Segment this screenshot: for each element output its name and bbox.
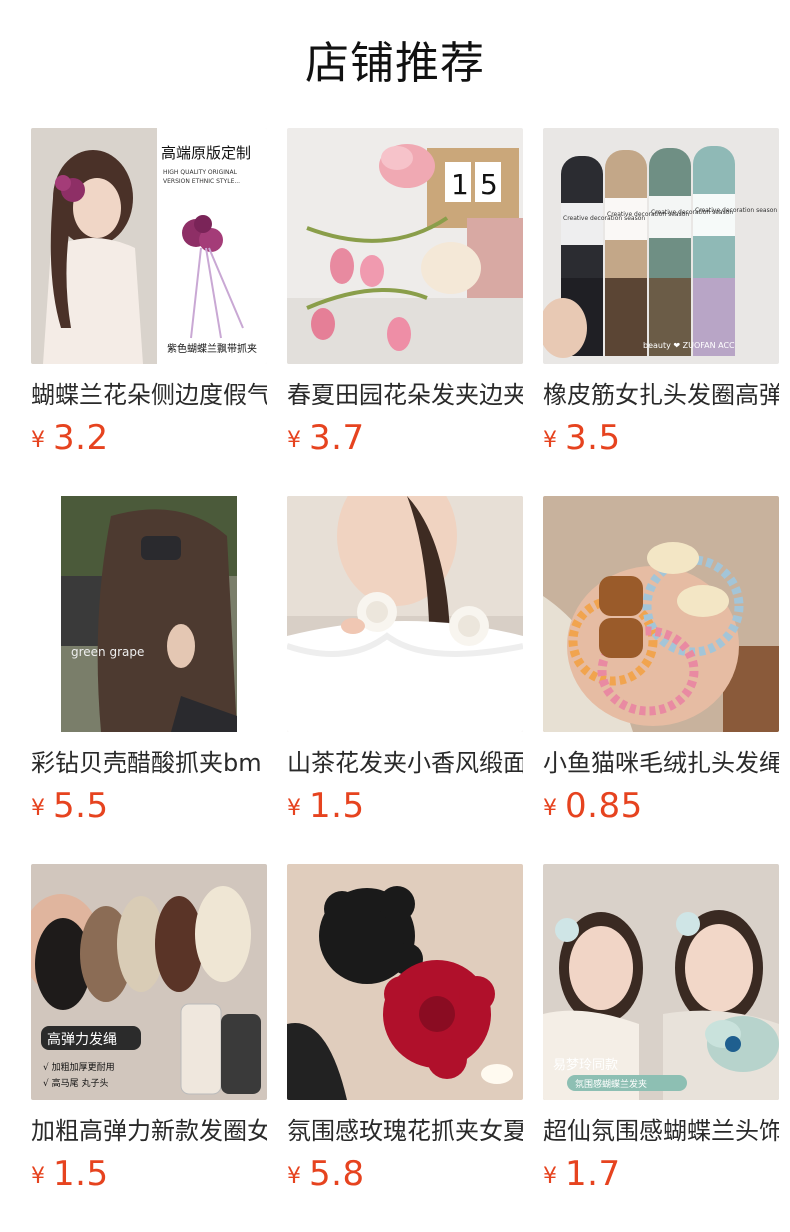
- price-amount: 1.7: [565, 1154, 621, 1194]
- product-name[interactable]: 春夏田园花朵发夹边夹: [287, 380, 523, 410]
- product-card[interactable]: Creative decoration season Creative deco…: [543, 128, 779, 496]
- svg-text:5: 5: [480, 168, 498, 201]
- product-image[interactable]: [543, 496, 779, 732]
- product-name[interactable]: 氛围感玫瑰花抓夹女夏: [287, 1116, 523, 1146]
- price-amount: 3.2: [53, 418, 109, 458]
- product-name[interactable]: 加粗高弹力新款发圈女: [31, 1116, 267, 1146]
- svg-text:√ 加粗加厚更耐用: √ 加粗加厚更耐用: [43, 1061, 115, 1073]
- product-name[interactable]: 山茶花发夹小香风缎面: [287, 748, 523, 778]
- product-image[interactable]: 易梦玲同款 氛围感蝴蝶兰发夹: [543, 864, 779, 1100]
- product-price: ¥1.5: [31, 1154, 267, 1194]
- svg-text:Creative decoration season: Creative decoration season: [695, 207, 777, 214]
- product-price: ¥1.7: [543, 1154, 779, 1194]
- product-image[interactable]: green grape: [31, 496, 267, 732]
- product-image[interactable]: 高弹力发绳 √ 加粗加厚更耐用 √ 高马尾 丸子头: [31, 864, 267, 1100]
- price-amount: 0.85: [565, 786, 643, 826]
- svg-text:green grape: green grape: [71, 645, 144, 659]
- product-card[interactable]: 高端原版定制 HIGH QUALITY ORIGINAL VERSION ETH…: [31, 128, 267, 496]
- svg-text:HIGH QUALITY ORIGINAL: HIGH QUALITY ORIGINAL: [163, 169, 238, 176]
- svg-text:紫色蝴蝶兰飘带抓夹: 紫色蝴蝶兰飘带抓夹: [167, 342, 257, 355]
- svg-text:1: 1: [451, 168, 469, 201]
- product-image[interactable]: [287, 864, 523, 1100]
- currency-symbol: ¥: [31, 796, 45, 821]
- currency-symbol: ¥: [543, 428, 557, 453]
- page-title: 店铺推荐: [305, 38, 485, 89]
- product-card[interactable]: 1 5 春夏田园花朵发夹边夹 ¥3.7: [287, 128, 523, 496]
- svg-text:氛围感蝴蝶兰发夹: 氛围感蝴蝶兰发夹: [575, 1078, 647, 1090]
- currency-symbol: ¥: [287, 428, 301, 453]
- product-card[interactable]: 高弹力发绳 √ 加粗加厚更耐用 √ 高马尾 丸子头 加粗高弹力新款发圈女 ¥1.…: [31, 864, 267, 1232]
- product-name[interactable]: 橡皮筋女扎头发圈高弹力: [543, 380, 779, 410]
- product-image[interactable]: [287, 496, 523, 732]
- currency-symbol: ¥: [287, 1164, 301, 1189]
- product-price: ¥5.5: [31, 786, 267, 826]
- product-card[interactable]: 易梦玲同款 氛围感蝴蝶兰发夹 超仙氛围感蝴蝶兰头饰 ¥1.7: [543, 864, 779, 1232]
- svg-text:VERSION ETHNIC STYLE...: VERSION ETHNIC STYLE...: [163, 178, 240, 185]
- product-price: ¥0.85: [543, 786, 779, 826]
- svg-text:beauty ❤ ZUOFAN ACC: beauty ❤ ZUOFAN ACC: [643, 341, 735, 350]
- product-card[interactable]: 小鱼猫咪毛绒扎头发绳 ¥0.85: [543, 496, 779, 864]
- product-name[interactable]: 蝴蝶兰花朵侧边度假气质发夹: [31, 380, 267, 410]
- svg-text:高弹力发绳: 高弹力发绳: [47, 1031, 117, 1048]
- currency-symbol: ¥: [31, 428, 45, 453]
- currency-symbol: ¥: [543, 796, 557, 821]
- svg-text:易梦玲同款: 易梦玲同款: [553, 1058, 618, 1073]
- currency-symbol: ¥: [543, 1164, 557, 1189]
- product-card[interactable]: 山茶花发夹小香风缎面 ¥1.5: [287, 496, 523, 864]
- product-card[interactable]: 氛围感玫瑰花抓夹女夏 ¥5.8: [287, 864, 523, 1232]
- currency-symbol: ¥: [287, 796, 301, 821]
- product-price: ¥5.8: [287, 1154, 523, 1194]
- price-amount: 1.5: [309, 786, 365, 826]
- price-amount: 1.5: [53, 1154, 109, 1194]
- price-amount: 5.5: [53, 786, 109, 826]
- product-name[interactable]: 彩钻贝壳醋酸抓夹bm: [31, 748, 267, 778]
- product-price: ¥3.5: [543, 418, 779, 458]
- product-name[interactable]: 小鱼猫咪毛绒扎头发绳: [543, 748, 779, 778]
- product-image[interactable]: 1 5: [287, 128, 523, 364]
- product-price: ¥1.5: [287, 786, 523, 826]
- product-image[interactable]: Creative decoration season Creative deco…: [543, 128, 779, 364]
- price-amount: 5.8: [309, 1154, 365, 1194]
- product-grid: 高端原版定制 HIGH QUALITY ORIGINAL VERSION ETH…: [31, 128, 779, 1232]
- product-price: ¥3.2: [31, 418, 267, 458]
- product-price: ¥3.7: [287, 418, 523, 458]
- image-caption: 高端原版定制: [161, 144, 251, 162]
- price-amount: 3.5: [565, 418, 621, 458]
- svg-text:√ 高马尾 丸子头: √ 高马尾 丸子头: [43, 1077, 108, 1089]
- price-amount: 3.7: [309, 418, 365, 458]
- product-card[interactable]: green grape 彩钻贝壳醋酸抓夹bm ¥5.5: [31, 496, 267, 864]
- product-image[interactable]: 高端原版定制 HIGH QUALITY ORIGINAL VERSION ETH…: [31, 128, 267, 364]
- currency-symbol: ¥: [31, 1164, 45, 1189]
- product-name[interactable]: 超仙氛围感蝴蝶兰头饰: [543, 1116, 779, 1146]
